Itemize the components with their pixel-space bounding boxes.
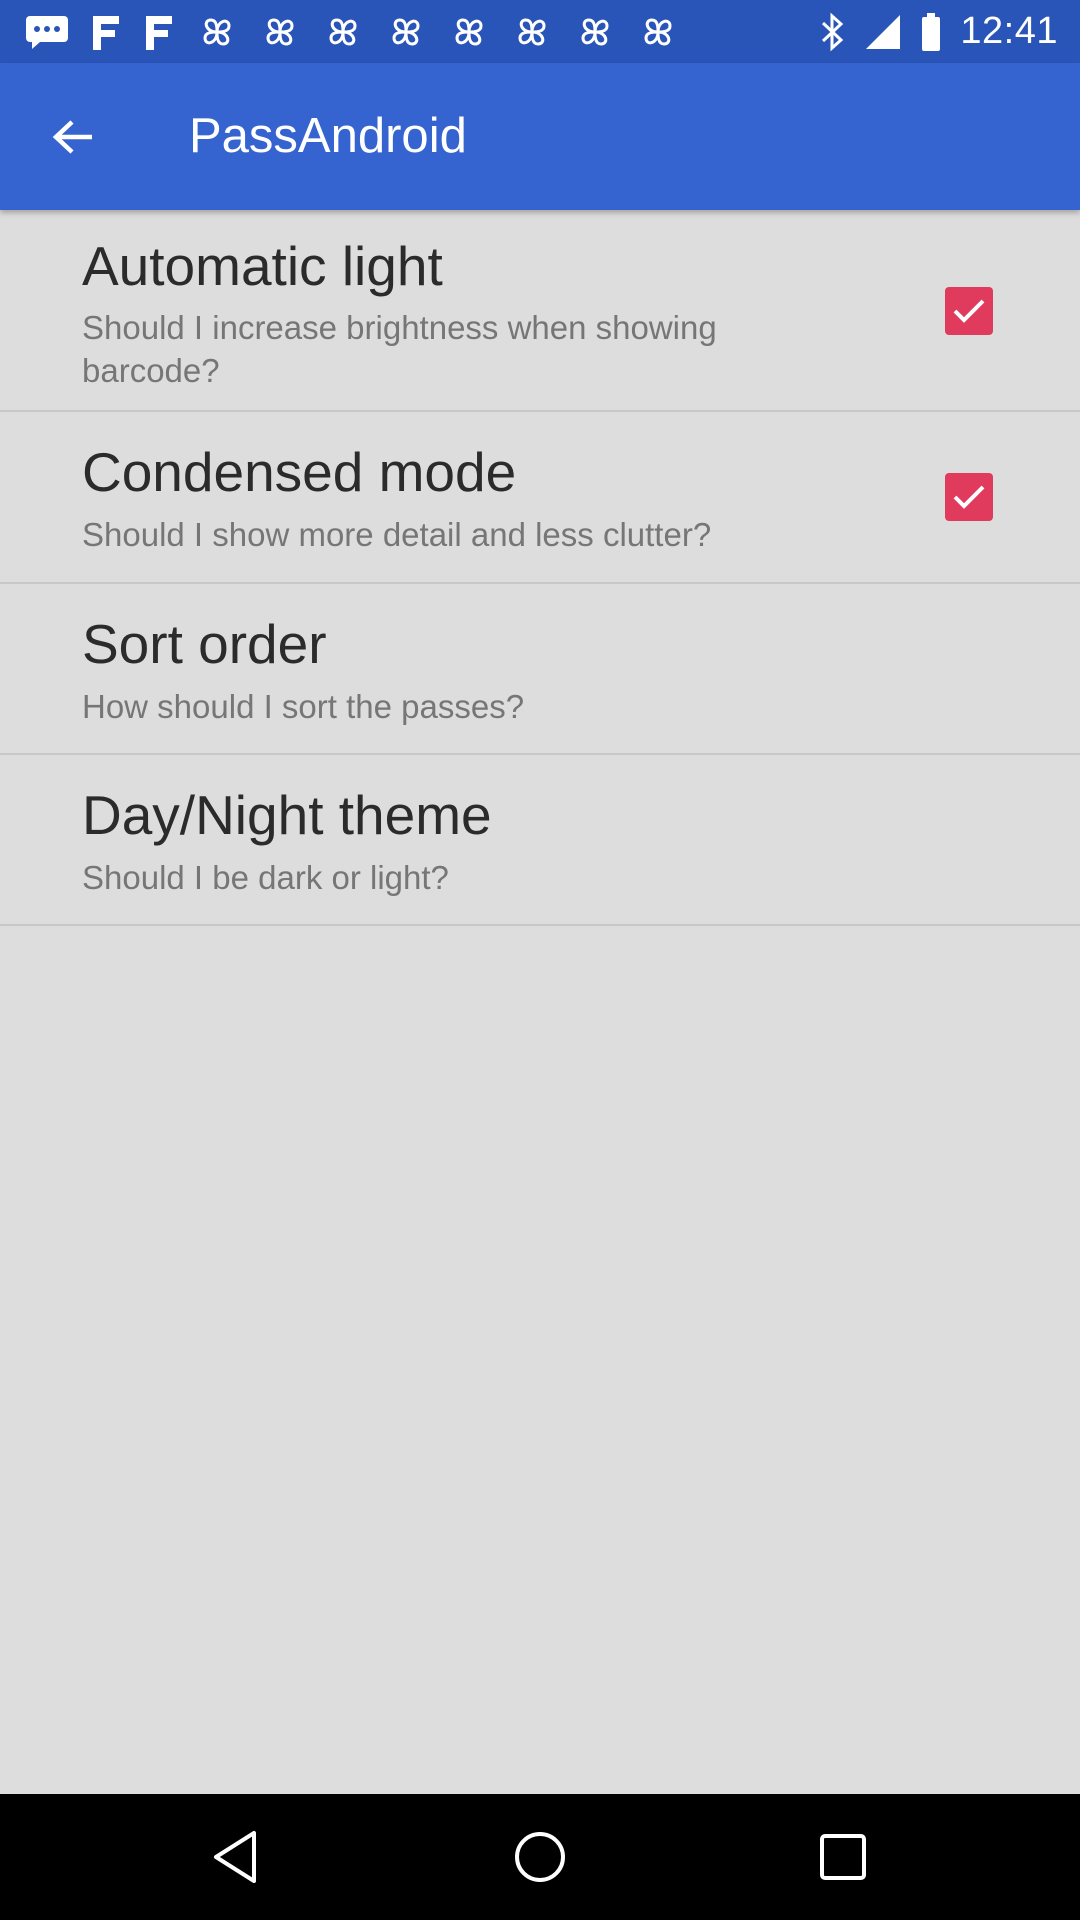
setting-title: Automatic light	[82, 235, 443, 297]
setting-summary: Should I increase brightness when showin…	[82, 309, 717, 389]
back-triangle-icon	[214, 1831, 256, 1883]
pinwheel-icon	[518, 18, 546, 46]
navigation-bar	[0, 1794, 1080, 1920]
setting-title: Condensed mode	[82, 441, 517, 503]
nav-home-button[interactable]	[480, 1794, 600, 1920]
check-icon	[953, 299, 985, 323]
system-status: 12:41	[820, 0, 1058, 63]
chat-icon	[26, 16, 68, 49]
setting-title: Day/Night theme	[82, 784, 492, 846]
pinwheel-icon	[203, 18, 231, 46]
setting-day-night-theme[interactable]: Day/Night theme Should I be dark or ligh…	[0, 755, 1080, 926]
setting-automatic-light[interactable]: Automatic light Should I increase bright…	[0, 210, 1080, 412]
setting-title: Sort order	[82, 613, 327, 675]
app-bar: PassAndroid	[0, 63, 1080, 210]
setting-sort-order[interactable]: Sort order How should I sort the passes?	[0, 584, 1080, 755]
bluetooth-icon	[822, 12, 844, 51]
pinwheel-icon	[329, 18, 357, 46]
automatic-light-checkbox[interactable]	[945, 287, 993, 335]
nav-back-button[interactable]	[175, 1794, 295, 1920]
check-icon	[953, 485, 985, 509]
setting-summary: Should I show more detail and less clutt…	[82, 516, 712, 553]
arrow-back-icon	[52, 120, 92, 154]
battery-icon	[922, 12, 941, 51]
pinwheel-icon	[644, 18, 672, 46]
clock: 12:41	[960, 10, 1058, 52]
fan-icon	[146, 16, 172, 50]
pinwheel-icon	[455, 18, 483, 46]
setting-condensed-mode[interactable]: Condensed mode Should I show more detail…	[0, 412, 1080, 584]
signal-icon	[866, 14, 901, 49]
recents-square-icon	[820, 1834, 866, 1880]
status-bar: 12:41	[0, 0, 1080, 63]
condensed-mode-checkbox[interactable]	[945, 473, 993, 521]
pinwheel-icon	[581, 18, 609, 46]
pinwheel-icon	[266, 18, 294, 46]
setting-summary: How should I sort the passes?	[82, 688, 525, 725]
settings-list: Automatic light Should I increase bright…	[0, 210, 1080, 926]
back-button[interactable]	[32, 104, 112, 170]
nav-recents-button[interactable]	[783, 1794, 903, 1920]
page-title: PassAndroid	[189, 109, 467, 163]
notification-icons	[24, 12, 680, 52]
pinwheel-icon	[392, 18, 420, 46]
fan-icon	[93, 16, 119, 50]
setting-summary: Should I be dark or light?	[82, 859, 449, 896]
home-circle-icon	[515, 1832, 565, 1882]
